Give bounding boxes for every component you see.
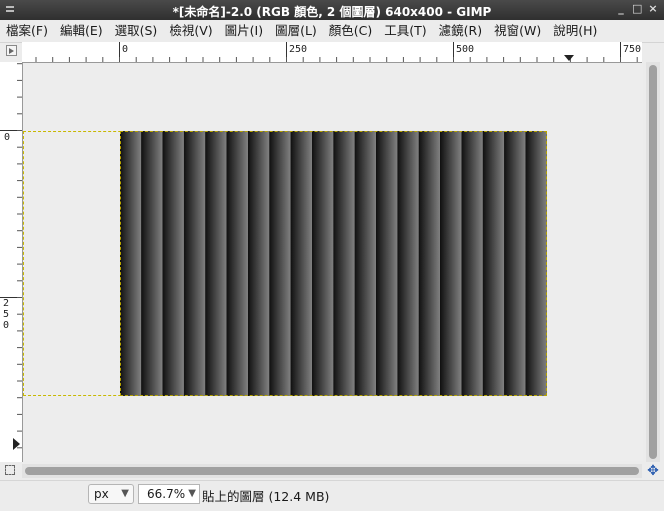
vertical-scrollbar[interactable] [646,62,660,462]
horizontal-ruler[interactable]: 0 250 500 750 [22,42,642,63]
chevron-down-icon: ▼ [188,488,196,499]
image-canvas[interactable] [23,63,643,461]
menu-bar: 檔案(F) 編輯(E) 選取(S) 檢視(V) 圖片(I) 圖層(L) 顏色(C… [0,20,664,43]
window-title: *[未命名]-2.0 (RGB 顏色, 2 個圖層) 640x400 - GIM… [172,5,492,19]
hruler-label: 250 [289,44,307,55]
vruler-digit: 5 [3,309,9,320]
menu-help[interactable]: 說明(H) [547,20,603,42]
horizontal-scrollbar[interactable] [22,464,642,478]
unit-value: px [94,487,109,501]
menu-view[interactable]: 檢視(V) [163,20,218,42]
horizontal-scroll-thumb[interactable] [25,467,639,475]
gradient-image[interactable] [120,131,547,396]
menu-image[interactable]: 圖片(I) [219,20,269,42]
chevron-down-icon: ▼ [121,488,129,499]
zoom-field[interactable]: 66.7% ▼ [138,484,200,504]
menu-edit[interactable]: 編輯(E) [54,20,109,42]
menu-windows[interactable]: 視窗(W) [488,20,547,42]
vertical-scroll-thumb[interactable] [649,65,657,459]
minimize-button[interactable]: _ [616,3,626,15]
hruler-label: 0 [122,44,128,55]
vruler-label-250: 2 5 0 [3,298,15,331]
window-controls: _ □ × [616,3,658,15]
hruler-label: 750 [623,44,641,55]
vertical-ruler[interactable]: 0 2 5 0 [0,62,23,462]
zoom-value: 66.7% [147,487,186,501]
menu-layer[interactable]: 圖層(L) [269,20,323,42]
menu-file[interactable]: 檔案(F) [0,20,54,42]
maximize-button[interactable]: □ [632,3,642,15]
menu-arrow-icon[interactable] [6,45,17,56]
menu-colors[interactable]: 顏色(C) [323,20,378,42]
vruler-label: 0 [4,132,10,143]
menu-tools[interactable]: 工具(T) [378,20,432,42]
menu-filters[interactable]: 濾鏡(R) [433,20,488,42]
unit-select[interactable]: px ▼ [88,484,134,504]
title-bar[interactable]: *[未命名]-2.0 (RGB 顏色, 2 個圖層) 640x400 - GIM… [0,0,664,20]
menu-select[interactable]: 選取(S) [109,20,164,42]
vruler-digit: 0 [3,320,9,331]
vruler-digit: 2 [3,298,9,309]
navigate-icon[interactable]: ✥ [646,463,660,479]
ruler-marker-icon [564,55,574,61]
pointer-icon [13,438,20,450]
close-button[interactable]: × [648,3,658,15]
status-message: 貼上的圖層 (12.4 MB) [202,489,330,504]
hruler-label: 500 [456,44,474,55]
quick-mask-icon[interactable] [5,465,15,475]
